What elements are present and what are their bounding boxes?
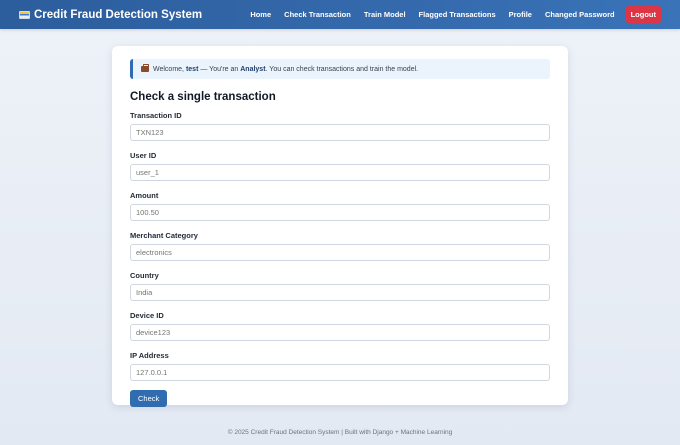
check-button[interactable]: Check: [130, 390, 168, 407]
amount-label: Amount: [130, 191, 159, 200]
nav-changed-password[interactable]: Changed Password: [545, 10, 615, 19]
country-input[interactable]: [130, 284, 550, 301]
footer: © 2025 Credit Fraud Detection System | B…: [227, 429, 453, 436]
logout-button[interactable]: Logout: [624, 6, 662, 23]
check-transaction-form: Transaction ID User ID Amount Merchant C…: [130, 111, 550, 407]
welcome-alert: Welcome, test — You're an Analyst. You c…: [130, 59, 550, 79]
field-user-id: User ID: [130, 151, 550, 191]
transaction-id-input[interactable]: [130, 124, 550, 141]
brand[interactable]: Credit Fraud Detection System: [19, 9, 202, 21]
merchant-category-label: Merchant Category: [130, 231, 198, 240]
briefcase-icon: [141, 64, 149, 72]
field-amount: Amount: [130, 191, 550, 231]
navbar: Credit Fraud Detection System Home Check…: [0, 0, 680, 29]
device-id-label: Device ID: [130, 311, 164, 320]
ip-address-input[interactable]: [130, 364, 550, 381]
nav-flagged-transactions[interactable]: Flagged Transactions: [419, 10, 496, 19]
nav-train-model[interactable]: Train Model: [364, 10, 406, 19]
nav-profile[interactable]: Profile: [509, 10, 532, 19]
nav-home[interactable]: Home: [250, 10, 271, 19]
user-id-label: User ID: [130, 151, 157, 160]
credit-card-icon: [19, 10, 30, 19]
alert-role: Analyst: [240, 65, 266, 73]
user-id-input[interactable]: [130, 164, 550, 181]
amount-input[interactable]: [130, 204, 550, 221]
device-id-input[interactable]: [130, 324, 550, 341]
alert-username: test: [185, 65, 199, 73]
brand-title: Credit Fraud Detection System: [34, 8, 203, 21]
merchant-category-input[interactable]: [130, 244, 550, 261]
field-merchant-category: Merchant Category: [130, 231, 550, 271]
nav-links: Home Check Transaction Train Model Flagg…: [237, 6, 662, 23]
field-transaction-id: Transaction ID: [130, 111, 550, 151]
country-label: Country: [130, 271, 159, 280]
field-device-id: Device ID: [130, 311, 550, 351]
form-title: Check a single transaction: [130, 91, 276, 103]
field-country: Country: [130, 271, 550, 311]
ip-address-label: IP Address: [130, 351, 169, 360]
field-ip-address: IP Address: [130, 351, 550, 387]
alert-text: Welcome, test — You're an Analyst. You c…: [153, 65, 419, 73]
transaction-card: Welcome, test — You're an Analyst. You c…: [112, 46, 568, 407]
transaction-id-label: Transaction ID: [130, 111, 182, 120]
nav-check-transaction[interactable]: Check Transaction: [284, 10, 351, 19]
